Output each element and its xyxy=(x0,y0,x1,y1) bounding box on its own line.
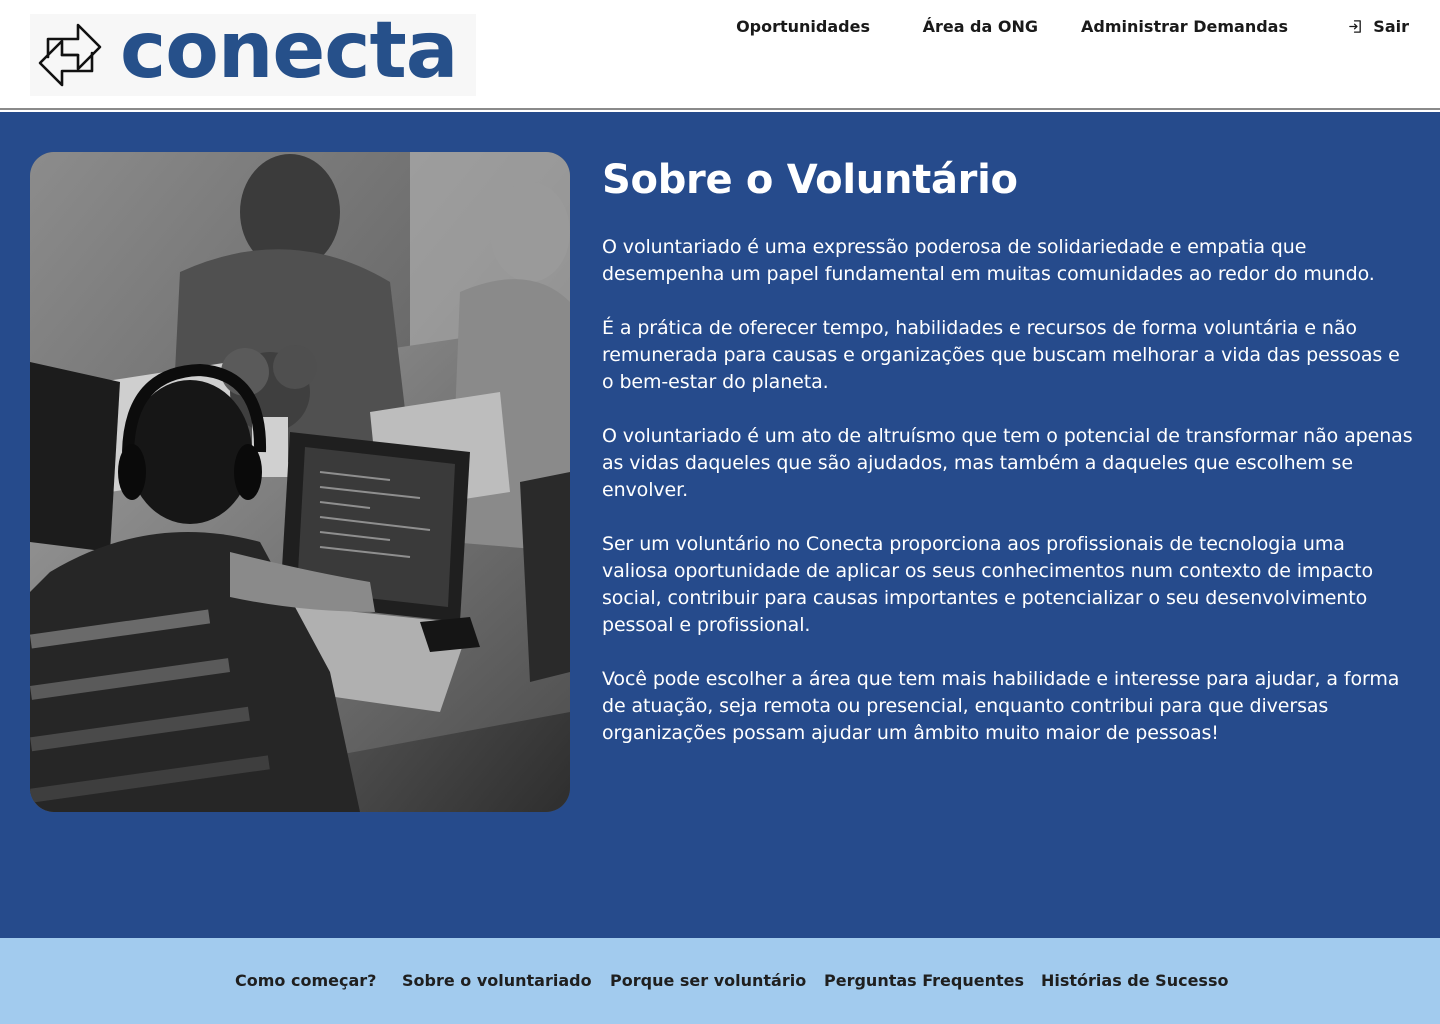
paragraph-1: O voluntariado é uma expressão poderosa … xyxy=(602,236,1375,285)
top-header: conecta Oportunidades Área da ONG Admini… xyxy=(0,0,1440,110)
footer-link-porque-ser-voluntario[interactable]: Porque ser voluntário xyxy=(610,971,806,990)
arrows-exchange-icon xyxy=(38,23,102,87)
logout-label: Sair xyxy=(1373,17,1409,36)
brand-name: conecta xyxy=(120,6,458,96)
footer-link-perguntas-frequentes[interactable]: Perguntas Frequentes xyxy=(824,971,1024,990)
about-content: Sobre o Voluntário O voluntariado é uma … xyxy=(602,154,1414,774)
paragraph-4: Ser um voluntário no Conecta proporciona… xyxy=(602,533,1374,636)
conecta-logo[interactable]: conecta xyxy=(30,6,476,96)
paragraph-3: O voluntariado é um ato de altruísmo que… xyxy=(602,425,1413,501)
footer-nav: Como começar? Sobre o voluntariado Porqu… xyxy=(0,938,1440,1024)
paragraph-2: É a prática de oferecer tempo, habilidad… xyxy=(602,317,1400,393)
nav-area-da-ong[interactable]: Área da ONG xyxy=(923,17,1038,36)
nav-administrar-demandas[interactable]: Administrar Demandas xyxy=(1081,17,1288,36)
logout-icon xyxy=(1349,20,1362,33)
footer-link-historias-de-sucesso[interactable]: Histórias de Sucesso xyxy=(1041,971,1228,990)
logout-link[interactable]: Sair xyxy=(1348,17,1409,36)
nav-oportunidades[interactable]: Oportunidades xyxy=(736,17,870,36)
footer-link-sobre-voluntariado[interactable]: Sobre o voluntariado xyxy=(402,971,592,990)
paragraph-5: Você pode escolher a área que tem mais h… xyxy=(602,668,1400,744)
about-volunteer-section: Sobre o Voluntário O voluntariado é uma … xyxy=(0,112,1440,938)
footer-link-como-comecar[interactable]: Como começar? xyxy=(235,971,376,990)
volunteers-photo xyxy=(30,152,570,812)
page-title: Sobre o Voluntário xyxy=(602,157,1018,203)
